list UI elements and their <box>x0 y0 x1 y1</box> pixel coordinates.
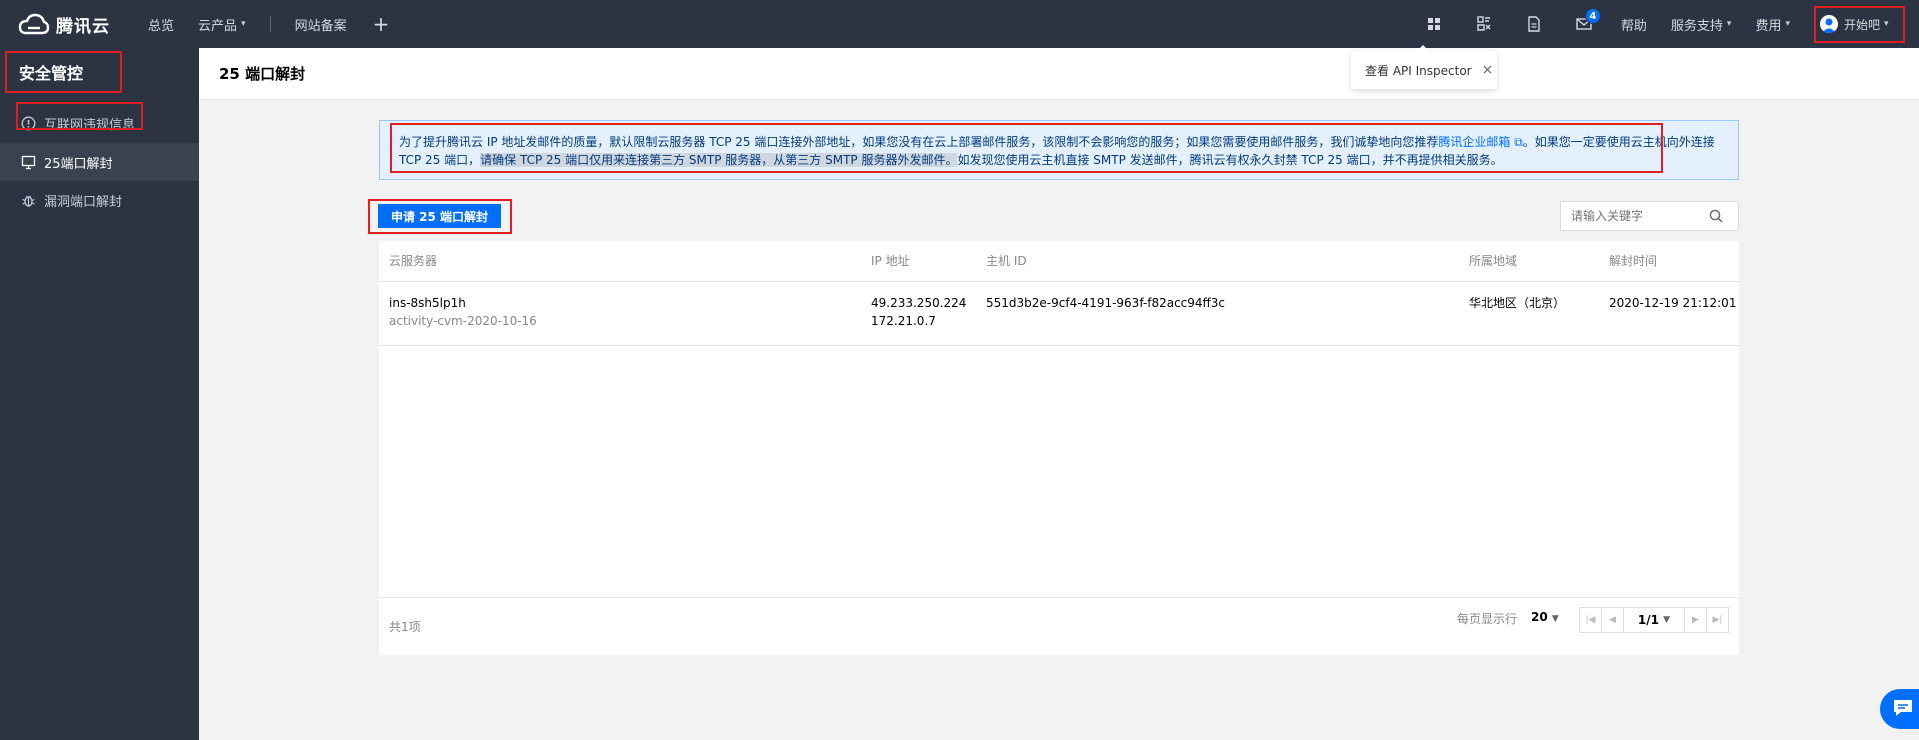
search-icon[interactable] <box>1706 206 1726 226</box>
column-header-unblock-time: 解封时间 <box>1609 254 1658 268</box>
chevron-down-icon: ▾ <box>1726 19 1732 29</box>
monitor-icon <box>20 154 36 170</box>
cloud-logo-icon <box>18 13 50 35</box>
host-id-cell: 551d3b2e-9cf4-4191-963f-f82acc94ff3c <box>986 296 1226 310</box>
nav-divider <box>269 16 271 32</box>
instance-name: activity-cvm-2020-10-16 <box>389 314 537 328</box>
column-header-instance: 云服务器 <box>389 254 438 268</box>
user-name: 开始吧 <box>1844 17 1881 32</box>
message-icon[interactable]: 4 <box>1559 0 1609 48</box>
table-row: ins-8sh5lp1h activity-cvm-2020-10-16 49.… <box>379 282 1739 346</box>
top-right-tools: 4 帮助 服务支持 ▾ 费用 ▾ 开始吧 ▾ <box>1409 0 1919 48</box>
api-inspector-tooltip: 查看 API Inspector × <box>1351 45 1497 89</box>
nav-icp-filing[interactable]: 网站备案 <box>283 0 359 48</box>
sidebar-title: 安全管控 <box>5 51 122 93</box>
close-icon[interactable]: × <box>1482 62 1494 78</box>
chevron-down-icon: ▾ <box>1884 19 1889 29</box>
private-ip: 172.21.0.7 <box>871 314 936 328</box>
page-select[interactable]: 1/1 ▼ <box>1624 608 1684 632</box>
nav-products[interactable]: 云产品 ▾ <box>186 0 258 48</box>
annotation-highlight-box <box>390 123 1663 173</box>
user-menu[interactable]: 开始吧 ▾ <box>1814 5 1905 43</box>
region-cell: 华北地区（北京） <box>1469 296 1566 310</box>
nav-overview[interactable]: 总览 <box>136 0 186 48</box>
chevron-down-icon: ▾ <box>1785 19 1790 29</box>
per-page-value: 20 <box>1531 610 1548 624</box>
online-chat-button[interactable] <box>1880 689 1919 729</box>
unblock-table: 云服务器 IP 地址 主机 ID 所属地域 解封时间 ins-8sh5lp1h … <box>379 241 1739 655</box>
pagination: |◀ ◀ 1/1 ▼ ▶ ▶| <box>1579 607 1729 633</box>
sidebar-item-label: 漏洞端口解封 <box>44 194 123 210</box>
sidebar: 安全管控 互联网违规信息 25端口解封 漏洞端口解封 <box>0 48 199 740</box>
instance-cell: ins-8sh5lp1h activity-cvm-2020-10-16 <box>389 294 537 330</box>
top-nav-bar: 腾讯云 总览 云产品 ▾ 网站备案 + 4 帮助 服务支持 ▾ 费用 ▾ 开始吧… <box>0 0 1919 48</box>
next-page-icon[interactable]: ▶ <box>1684 608 1706 632</box>
support-menu[interactable]: 服务支持 ▾ <box>1659 0 1744 48</box>
instance-id[interactable]: ins-8sh5lp1h <box>389 294 537 312</box>
sidebar-item-vuln-port[interactable]: 漏洞端口解封 <box>0 181 199 219</box>
api-inspector-icon[interactable] <box>1459 0 1509 48</box>
table-footer: 共1项 每页显示行 20 ▼ |◀ ◀ 1/1 ▼ ▶ ▶| <box>379 597 1739 655</box>
tooltip-text: 查看 API Inspector <box>1365 63 1472 78</box>
chevron-down-icon: ▾ <box>241 19 246 29</box>
billing-menu[interactable]: 费用 ▾ <box>1743 0 1802 48</box>
grid-icon[interactable] <box>1409 0 1459 48</box>
billing-label: 费用 <box>1755 18 1782 34</box>
brand-logo[interactable]: 腾讯云 <box>18 12 136 37</box>
caret-down-icon: ▼ <box>1663 615 1671 625</box>
support-label: 服务支持 <box>1670 18 1723 34</box>
search-box <box>1560 201 1739 231</box>
add-shortcut-icon[interactable]: + <box>359 0 404 48</box>
per-page-label: 每页显示行 <box>1457 612 1518 626</box>
user-avatar-icon <box>1820 15 1838 33</box>
total-count: 共1项 <box>389 620 421 634</box>
page-title: 25 端口解封 <box>199 48 1919 100</box>
search-input[interactable] <box>1561 209 1706 223</box>
table-header: 云服务器 IP 地址 主机 ID 所属地域 解封时间 <box>379 241 1739 282</box>
prev-page-icon[interactable]: ◀ <box>1602 608 1624 632</box>
chat-bubble-icon <box>1892 698 1914 721</box>
column-header-host-id: 主机 ID <box>986 254 1027 268</box>
annotation-highlight-box <box>16 102 143 130</box>
document-icon[interactable] <box>1509 0 1559 48</box>
ip-cell: 49.233.250.224 172.21.0.7 <box>871 294 966 330</box>
brand-name: 腾讯云 <box>56 16 110 37</box>
help-link[interactable]: 帮助 <box>1609 0 1659 48</box>
caret-down-icon: ▼ <box>1551 614 1559 624</box>
nav-products-label: 云产品 <box>198 18 238 34</box>
public-ip: 49.233.250.224 <box>871 296 967 310</box>
column-header-region: 所属地域 <box>1469 254 1518 268</box>
bug-icon <box>20 192 36 208</box>
sidebar-item-label: 25端口解封 <box>44 156 113 172</box>
message-count-badge: 4 <box>1584 8 1601 24</box>
apply-port25-unblock-button[interactable]: 申请 25 端口解封 <box>378 204 501 228</box>
current-page: 1/1 <box>1637 613 1659 627</box>
first-page-icon[interactable]: |◀ <box>1580 608 1602 632</box>
last-page-icon[interactable]: ▶| <box>1706 608 1728 632</box>
unblock-time-cell: 2020-12-19 21:12:01 <box>1609 296 1737 310</box>
column-header-ip: IP 地址 <box>871 254 910 268</box>
per-page-select[interactable]: 20 ▼ <box>1531 610 1559 624</box>
sidebar-item-port25[interactable]: 25端口解封 <box>0 143 199 181</box>
